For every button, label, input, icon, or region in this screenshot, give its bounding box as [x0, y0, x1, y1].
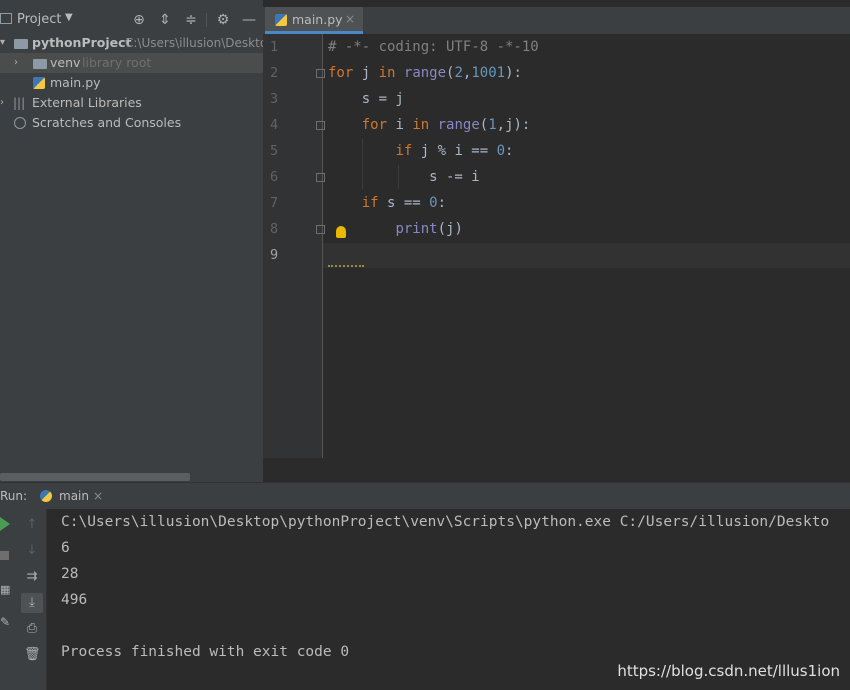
- tree-item-path: C:\Users\illusion\Deskto: [125, 36, 268, 50]
- line-number: 9: [270, 247, 279, 263]
- tree-item-label: pythonProject: [32, 35, 132, 50]
- line-number: 6: [270, 169, 279, 185]
- chevron-right-icon[interactable]: ›: [0, 93, 4, 113]
- trash-icon[interactable]: 🗑: [24, 647, 41, 663]
- warning-underline: [328, 263, 364, 267]
- scratches-icon: [14, 117, 26, 129]
- line-number: 3: [270, 91, 279, 107]
- collapse-all-icon[interactable]: ≑: [182, 11, 200, 29]
- up-arrow-icon[interactable]: ↑: [24, 517, 40, 533]
- run-label: Run:: [0, 489, 28, 503]
- tree-item-scratches[interactable]: Scratches and Consoles: [0, 113, 263, 133]
- horizontal-scrollbar[interactable]: [0, 473, 190, 481]
- gear-icon[interactable]: ⚙: [214, 11, 232, 29]
- fold-icon[interactable]: [316, 121, 325, 130]
- line-number: 5: [270, 143, 279, 159]
- run-toolbar: ▦ ✎ ↑ ↓ ⇉ ⤓ ⎙ 🗑: [0, 509, 47, 690]
- tab-label: main.py: [292, 12, 343, 27]
- project-view-selector[interactable]: Project: [17, 12, 61, 27]
- tree-item-pythonproject[interactable]: ▾ pythonProject C:\Users\illusion\Deskto: [0, 33, 267, 53]
- console-line: Process finished with exit code 0: [61, 644, 350, 660]
- line-number: 7: [270, 195, 279, 211]
- close-icon[interactable]: ×: [345, 12, 355, 26]
- rerun-icon[interactable]: [0, 517, 10, 531]
- tab-main-py[interactable]: main.py ×: [265, 7, 363, 34]
- scroll-to-end-icon[interactable]: ⤓: [21, 593, 43, 613]
- libraries-icon: |||: [13, 96, 26, 110]
- tree-item-venv[interactable]: › venv library root: [0, 53, 263, 73]
- close-icon[interactable]: ×: [93, 489, 103, 503]
- line-number: 2: [270, 65, 279, 81]
- tree-item-label: Scratches and Consoles: [32, 115, 182, 130]
- project-icon: [0, 13, 12, 24]
- fold-icon[interactable]: [316, 69, 325, 78]
- chevron-down-icon[interactable]: ▾: [0, 33, 5, 53]
- print-icon[interactable]: ⎙: [24, 621, 40, 637]
- watermark: https://blog.csdn.net/lllus1ion: [617, 662, 840, 680]
- code-line-7: if s == 0:: [361, 195, 447, 211]
- tree-item-external-libraries[interactable]: › ||| External Libraries: [0, 93, 263, 113]
- hide-icon[interactable]: —: [240, 11, 258, 29]
- run-header: Run: main ×: [0, 482, 850, 510]
- tree-item-label: venv: [50, 55, 81, 70]
- console-line: C:\Users\illusion\Desktop\pythonProject\…: [61, 514, 830, 530]
- tree-item-main-py[interactable]: main.py: [0, 73, 263, 93]
- code-line-1: # -*- coding: UTF-8 -*-10: [328, 39, 539, 55]
- tree-item-label: External Libraries: [32, 95, 142, 110]
- line-number: 8: [270, 221, 279, 237]
- code-line-2: for j in range(2,1001):: [328, 65, 522, 81]
- current-line-highlight: [323, 243, 850, 268]
- code-line-8: print(j): [395, 221, 463, 237]
- line-number: 4: [270, 117, 279, 133]
- code-line-3: s = j: [328, 91, 404, 107]
- fold-icon[interactable]: [316, 173, 325, 182]
- tree-item-detail: library root: [82, 55, 152, 70]
- console-line: 28: [61, 566, 79, 582]
- run-config-tab[interactable]: main: [59, 489, 89, 503]
- console-line: 496: [61, 592, 88, 608]
- layout-icon[interactable]: ▦: [0, 583, 10, 596]
- fold-icon[interactable]: [316, 225, 325, 234]
- python-icon: [40, 490, 52, 502]
- soft-wrap-icon[interactable]: ⇉: [24, 569, 40, 585]
- tree-item-label: main.py: [50, 75, 101, 90]
- down-arrow-icon[interactable]: ↓: [24, 543, 40, 559]
- divider: [206, 13, 207, 27]
- code-line-5: if j % i == 0:: [395, 143, 514, 159]
- code-line-6: s -= i: [328, 169, 480, 185]
- console-line: 6: [61, 540, 70, 556]
- chevron-down-icon[interactable]: ▼: [65, 12, 73, 23]
- editor-bottom: [263, 458, 850, 482]
- python-file-icon: [33, 77, 45, 89]
- expand-all-icon[interactable]: ⇕: [156, 11, 174, 29]
- code-line-4: for i in range(1,j):: [361, 117, 531, 133]
- folder-icon: [14, 39, 28, 49]
- project-header: Project ▼ ⊕ ⇕ ≑ ⚙ —: [0, 7, 263, 33]
- line-number: 1: [270, 39, 279, 55]
- locate-icon[interactable]: ⊕: [130, 11, 148, 29]
- chevron-right-icon[interactable]: ›: [14, 53, 18, 73]
- folder-icon: [33, 59, 47, 69]
- stop-icon[interactable]: [0, 551, 9, 560]
- pin-icon[interactable]: ✎: [0, 615, 10, 629]
- python-file-icon: [275, 14, 287, 26]
- editor-tab-bar: main.py ×: [263, 7, 850, 35]
